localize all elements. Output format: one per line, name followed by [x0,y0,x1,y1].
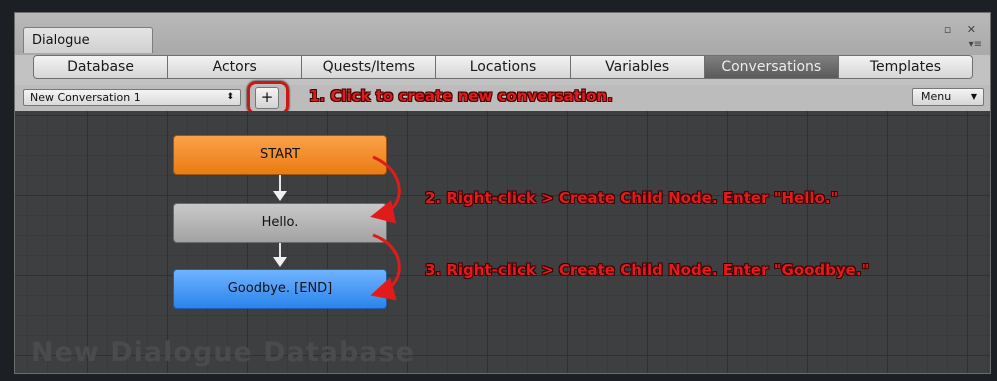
annotation-arrow-3 [370,233,401,301]
tab-database[interactable]: Database [33,55,169,79]
conversation-select-value: New Conversation 1 [30,91,141,104]
annotation-arrows [370,155,401,301]
tab-quests-items[interactable]: Quests/Items [302,55,437,79]
chevron-down-icon: ▼ [970,92,977,101]
window-tab-label: Dialogue [32,33,90,48]
tab-actors[interactable]: Actors [168,55,303,79]
menu-lines-icon[interactable]: ▾≡ [969,39,982,50]
window-tab-dialogue[interactable]: Dialogue [23,27,153,53]
annotation-step-3: 3. Right-click > Create Child Node. Ente… [425,261,870,279]
add-conversation-button[interactable]: + [255,87,279,109]
annotation-arrow-2 [370,155,401,224]
tab-variables[interactable]: Variables [570,55,705,79]
dialogue-editor-window: Dialogue ▫ ✕ ▾≡ Database Actors Quests/I… [14,12,991,374]
editor-tabbar: Database Actors Quests/Items Locations V… [33,55,973,79]
menu-button-label: Menu [921,90,952,103]
restore-close-icons[interactable]: ▫ ✕ [944,23,982,36]
annotation-step-1: 1. Click to create new conversation. [309,87,613,105]
tab-locations[interactable]: Locations [436,55,571,79]
tab-conversations[interactable]: Conversations [704,55,839,79]
window-controls: ▫ ✕ ▾≡ [944,23,982,50]
tab-templates[interactable]: Templates [838,55,973,79]
node-canvas[interactable]: New Dialogue Database START Hello. Goodb… [15,111,990,373]
annotation-step-2: 2. Right-click > Create Child Node. Ente… [425,189,839,207]
conversation-select[interactable]: New Conversation 1 ⬍ [23,89,241,106]
updown-icon: ⬍ [226,92,234,102]
menu-button[interactable]: Menu ▼ [912,88,984,106]
window-titlebar: Dialogue ▫ ✕ ▾≡ [15,13,990,55]
